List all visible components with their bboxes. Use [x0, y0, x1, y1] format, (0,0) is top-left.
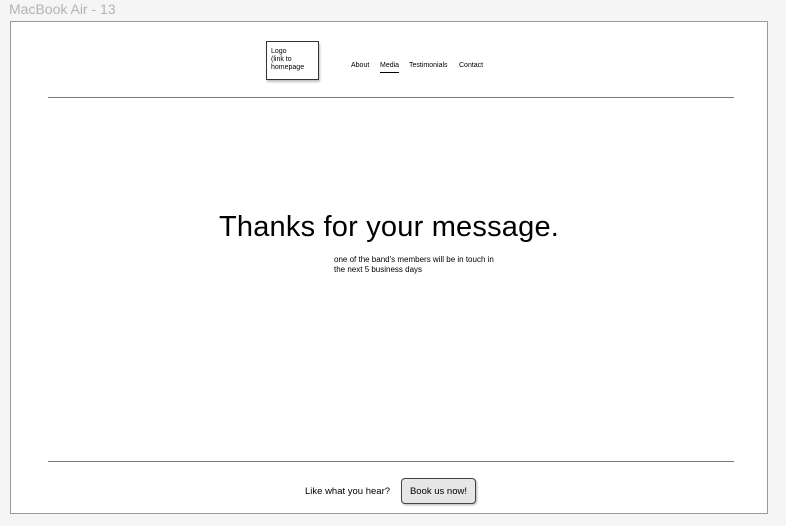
logo-link[interactable]: Logo (link to homepage	[266, 41, 319, 80]
frame-title: MacBook Air - 13	[9, 1, 116, 17]
footer-cta-text: Like what you hear?	[305, 486, 391, 497]
footer-divider	[48, 461, 734, 462]
nav-item-media[interactable]: Media	[380, 62, 400, 73]
page-frame: Logo (link to homepage About Media Testi…	[10, 21, 768, 514]
confirmation-subtext: one of the band's members will be in tou…	[334, 255, 494, 274]
header-divider	[48, 97, 734, 98]
nav-item-about[interactable]: About	[351, 62, 369, 69]
page-headline: Thanks for your message.	[218, 211, 560, 243]
nav-item-testimonials[interactable]: Testimonials	[409, 62, 448, 69]
nav-item-contact[interactable]: Contact	[459, 62, 483, 69]
book-us-button[interactable]: Book us now!	[401, 478, 476, 504]
